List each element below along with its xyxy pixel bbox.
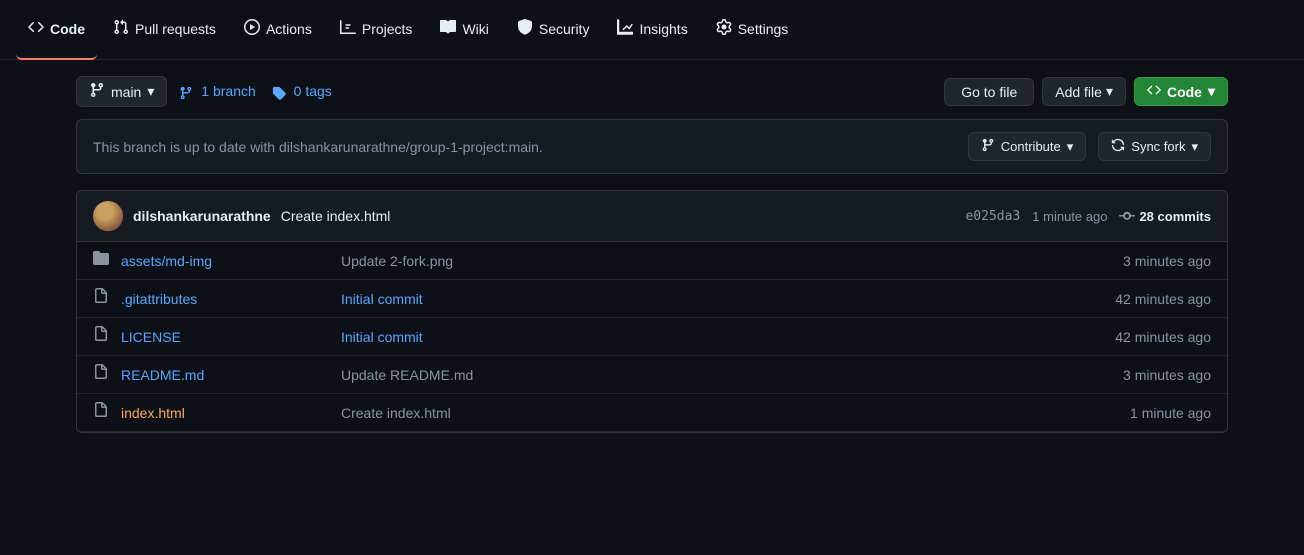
commit-row: dilshankarunarathne Create index.html e0…	[77, 191, 1227, 242]
add-file-label: Add file	[1055, 84, 1102, 100]
actions-icon	[244, 19, 260, 38]
branch-left: main ▾ 1 branch 0 tags	[76, 76, 332, 107]
code-button[interactable]: Code ▾	[1134, 77, 1228, 106]
file-name-assets[interactable]: assets/md-img	[121, 253, 341, 269]
nav-projects-label: Projects	[362, 21, 413, 37]
nav-projects[interactable]: Projects	[328, 0, 425, 60]
branch-name: main	[111, 84, 141, 100]
main-content: main ▾ 1 branch 0 tags Go to	[52, 60, 1252, 449]
add-file-button[interactable]: Add file ▾	[1042, 77, 1126, 106]
branch-selector[interactable]: main ▾	[76, 76, 167, 107]
fork-status-text: This branch is up to date with dilshanka…	[93, 139, 543, 155]
file-time-gitattributes: 42 minutes ago	[1061, 291, 1211, 307]
code-icon-btn	[1147, 83, 1161, 100]
nav-code-label: Code	[50, 21, 85, 37]
nav-security[interactable]: Security	[505, 0, 602, 60]
contribute-icon	[981, 138, 995, 155]
projects-icon	[340, 19, 356, 38]
insights-icon	[617, 19, 633, 38]
top-navigation: Code Pull requests Actions Projects	[0, 0, 1304, 60]
nav-actions-label: Actions	[266, 21, 312, 37]
nav-insights-label: Insights	[639, 21, 687, 37]
commits-count-link[interactable]: 28 commits	[1119, 208, 1211, 224]
file-icon	[93, 364, 121, 385]
commits-count: 28 commits	[1139, 209, 1211, 224]
commit-message[interactable]: Create index.html	[281, 208, 391, 224]
sync-fork-label: Sync fork	[1131, 139, 1185, 154]
file-commit-index[interactable]: Create index.html	[341, 405, 1061, 421]
file-row: assets/md-img Update 2-fork.png 3 minute…	[77, 242, 1227, 280]
file-commit-assets[interactable]: Update 2-fork.png	[341, 253, 1061, 269]
code-btn-chevron: ▾	[1208, 83, 1215, 100]
nav-pull-requests[interactable]: Pull requests	[101, 0, 228, 60]
nav-settings[interactable]: Settings	[704, 0, 801, 60]
commit-time: 1 minute ago	[1032, 209, 1107, 224]
file-icon	[93, 402, 121, 423]
file-icon	[93, 288, 121, 309]
fork-actions: Contribute ▾ Sync fork ▾	[968, 132, 1211, 161]
settings-icon	[716, 19, 732, 38]
nav-code[interactable]: Code	[16, 0, 97, 60]
branch-count-link[interactable]: 1 branch	[179, 83, 255, 99]
code-icon	[28, 19, 44, 38]
file-row: LICENSE Initial commit 42 minutes ago	[77, 318, 1227, 356]
security-icon	[517, 19, 533, 38]
file-row: index.html Create index.html 1 minute ag…	[77, 394, 1227, 432]
nav-security-label: Security	[539, 21, 590, 37]
branch-right: Go to file Add file ▾ Code ▾	[944, 77, 1228, 106]
file-name-license[interactable]: LICENSE	[121, 329, 341, 345]
nav-wiki-label: Wiki	[462, 21, 488, 37]
commit-info: dilshankarunarathne Create index.html	[93, 201, 390, 231]
file-commit-license[interactable]: Initial commit	[341, 329, 1061, 345]
sync-fork-chevron: ▾	[1191, 139, 1198, 155]
branch-icon	[89, 82, 105, 101]
nav-settings-label: Settings	[738, 21, 789, 37]
file-row: README.md Update README.md 3 minutes ago	[77, 356, 1227, 394]
commit-author[interactable]: dilshankarunarathne	[133, 208, 271, 224]
file-time-assets: 3 minutes ago	[1061, 253, 1211, 269]
file-commit-readme[interactable]: Update README.md	[341, 367, 1061, 383]
fork-status-bar: This branch is up to date with dilshanka…	[76, 119, 1228, 174]
contribute-label: Contribute	[1001, 139, 1061, 154]
file-time-license: 42 minutes ago	[1061, 329, 1211, 345]
file-time-index: 1 minute ago	[1061, 405, 1211, 421]
file-name-index[interactable]: index.html	[121, 405, 341, 421]
contribute-chevron: ▾	[1067, 139, 1074, 155]
avatar	[93, 201, 123, 231]
add-file-chevron: ▾	[1106, 83, 1113, 100]
chevron-down-icon: ▾	[147, 83, 154, 100]
file-commit-gitattributes[interactable]: Initial commit	[341, 291, 1061, 307]
tag-count-link[interactable]: 0 tags	[272, 83, 332, 99]
file-row: .gitattributes Initial commit 42 minutes…	[77, 280, 1227, 318]
code-btn-label: Code	[1167, 84, 1202, 100]
contribute-button[interactable]: Contribute ▾	[968, 132, 1087, 161]
commit-sha[interactable]: e025da3	[965, 209, 1020, 224]
wiki-icon	[440, 19, 456, 38]
file-name-readme[interactable]: README.md	[121, 367, 341, 383]
sync-fork-button[interactable]: Sync fork ▾	[1098, 132, 1211, 161]
sync-icon	[1111, 138, 1125, 155]
nav-insights[interactable]: Insights	[605, 0, 699, 60]
file-time-readme: 3 minutes ago	[1061, 367, 1211, 383]
branch-meta: 1 branch 0 tags	[179, 83, 331, 99]
file-name-gitattributes[interactable]: .gitattributes	[121, 291, 341, 307]
pull-request-icon	[113, 19, 129, 38]
commit-meta: e025da3 1 minute ago 28 commits	[965, 208, 1211, 224]
go-to-file-button[interactable]: Go to file	[944, 78, 1034, 106]
nav-wiki[interactable]: Wiki	[428, 0, 500, 60]
folder-icon	[93, 250, 121, 271]
file-icon	[93, 326, 121, 347]
file-table: dilshankarunarathne Create index.html e0…	[76, 190, 1228, 433]
nav-pr-label: Pull requests	[135, 21, 216, 37]
nav-actions[interactable]: Actions	[232, 0, 324, 60]
branch-bar: main ▾ 1 branch 0 tags Go to	[76, 76, 1228, 107]
